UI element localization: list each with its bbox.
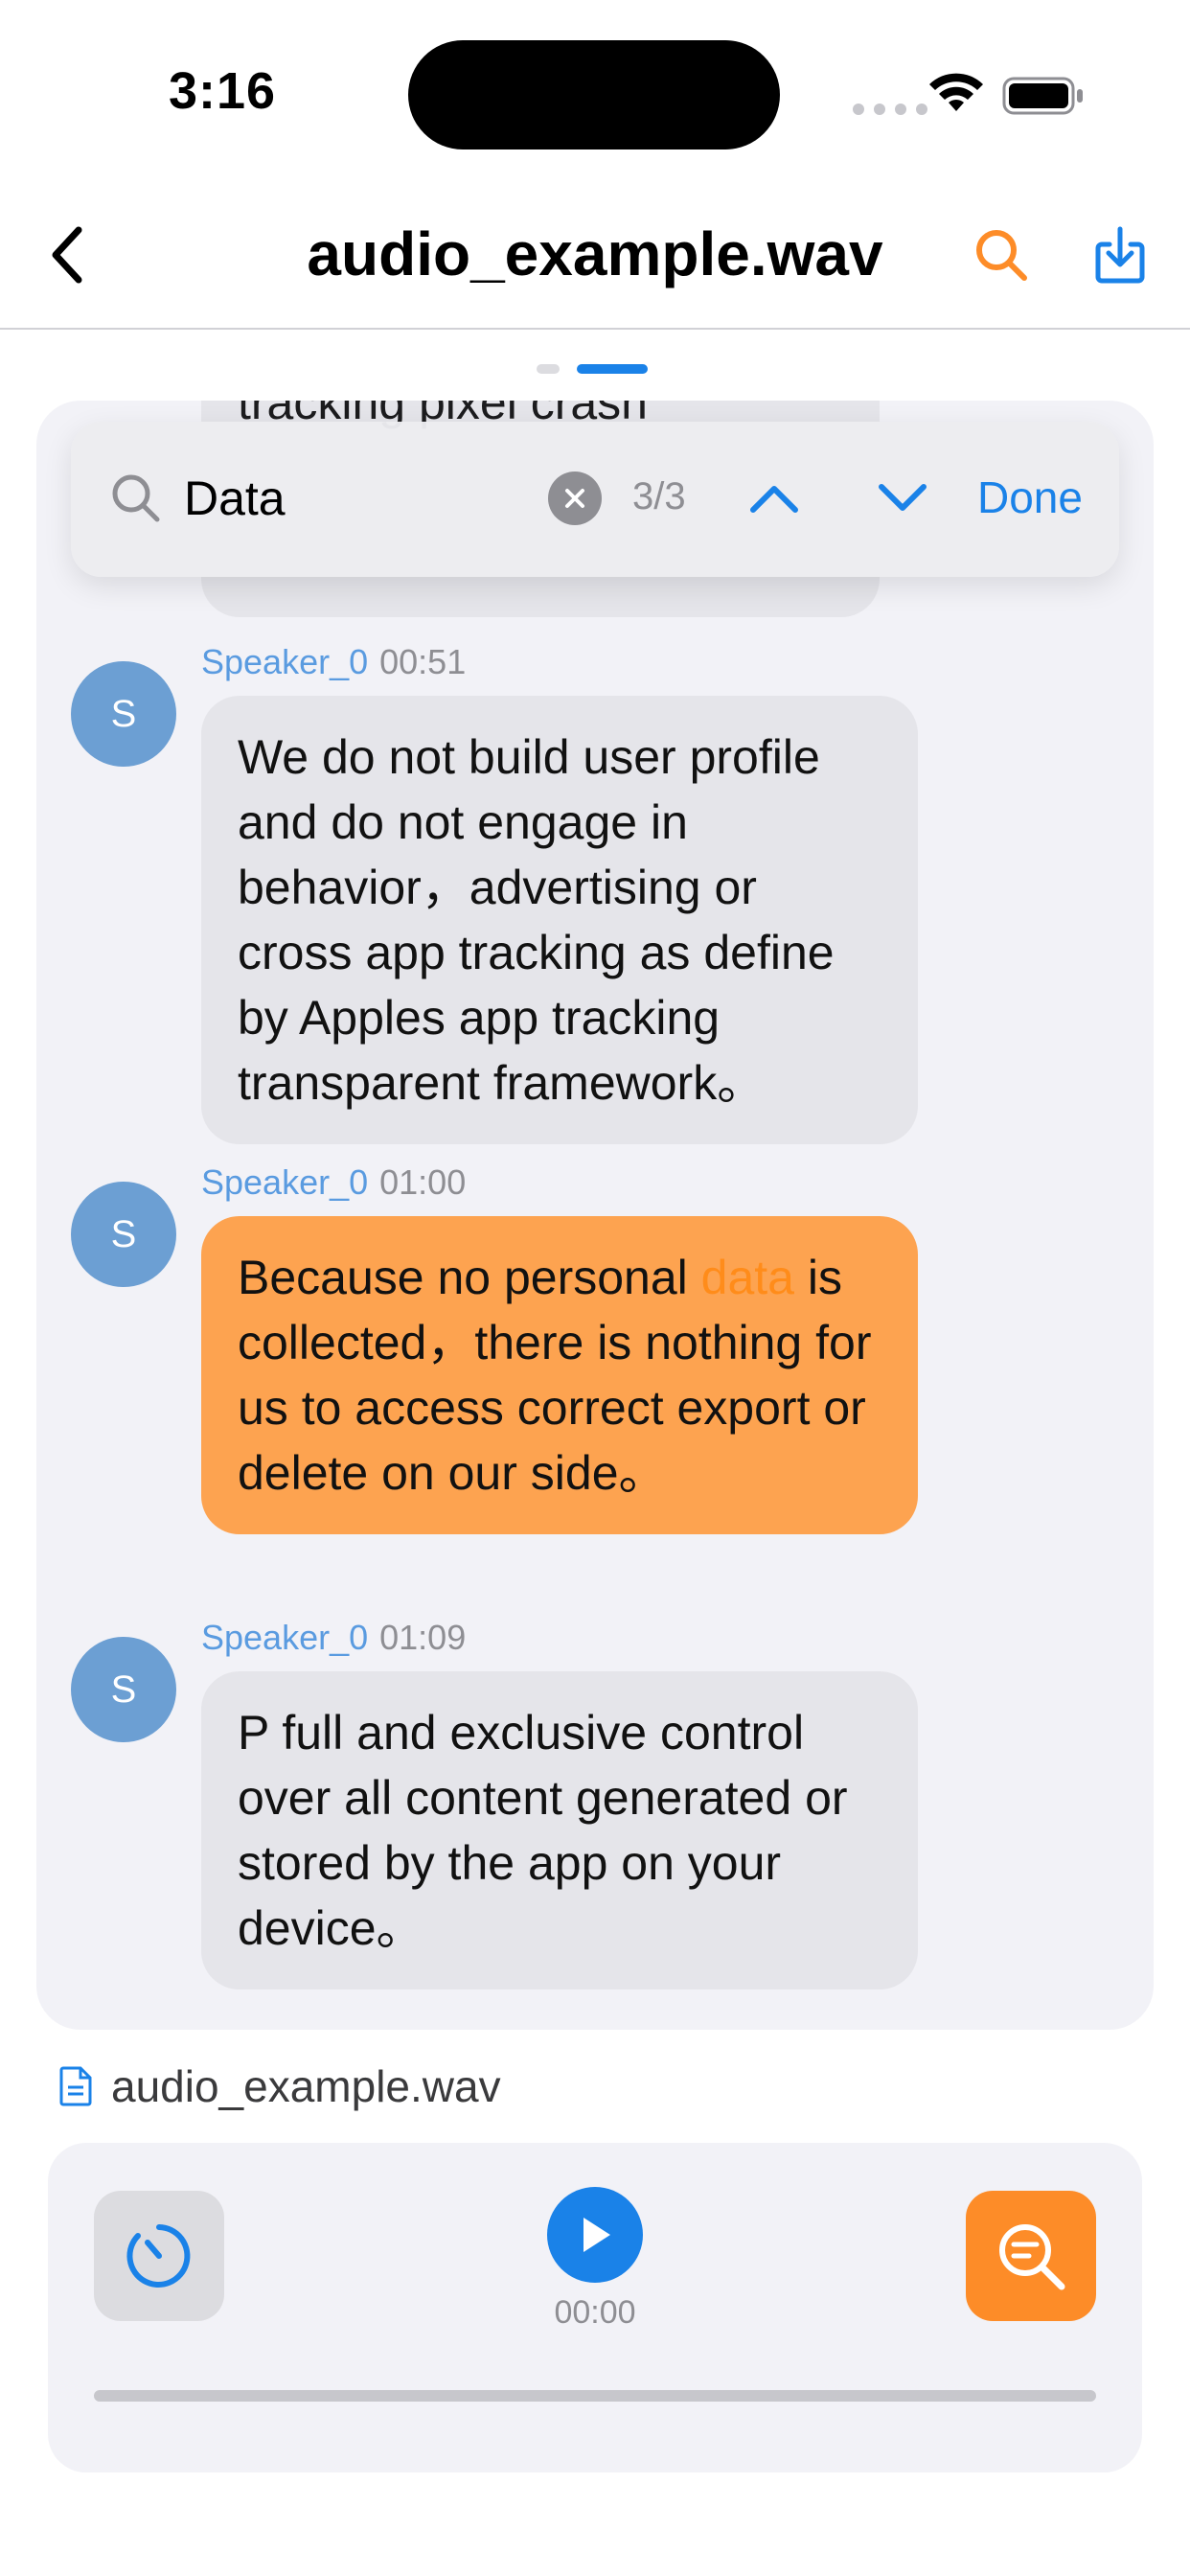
battery-icon bbox=[1002, 77, 1083, 115]
gauge-icon bbox=[126, 2224, 191, 2288]
playback-time: 00:00 bbox=[554, 2294, 636, 2331]
transcript-search-button[interactable] bbox=[966, 2191, 1096, 2321]
speaker-name: Speaker_0 bbox=[201, 1162, 369, 1202]
back-button[interactable] bbox=[38, 218, 96, 291]
message-time: 01:09 bbox=[379, 1618, 467, 1657]
match-count: 3/3 bbox=[632, 475, 686, 518]
audio-player: 00:00 bbox=[48, 2143, 1142, 2472]
message-meta: Speaker_0 00:51 bbox=[201, 642, 466, 682]
search-input[interactable] bbox=[184, 464, 586, 533]
export-button[interactable] bbox=[1088, 218, 1152, 291]
page-title: audio_example.wav bbox=[307, 219, 883, 288]
message-bubble: We do not build user profile and do not … bbox=[201, 696, 918, 1144]
status-time: 3:16 bbox=[169, 62, 277, 120]
page-indicator[interactable] bbox=[537, 364, 648, 374]
next-match-button[interactable] bbox=[864, 460, 941, 537]
play-icon bbox=[584, 2218, 610, 2252]
done-button[interactable]: Done bbox=[977, 472, 1083, 523]
avatar: S bbox=[71, 1182, 176, 1287]
transcript-panel[interactable]: tracking pixel crash S Speaker_0 00:51 We… bbox=[36, 401, 1154, 2030]
status-bar: 3:16 bbox=[0, 0, 1190, 182]
message-bubble: P full and exclusive control over all co… bbox=[201, 1671, 918, 1990]
message-time: 00:51 bbox=[379, 642, 467, 681]
search-button[interactable] bbox=[968, 218, 1035, 291]
speaker-name: Speaker_0 bbox=[201, 642, 369, 681]
avatar: S bbox=[71, 1637, 176, 1742]
close-icon bbox=[565, 489, 584, 508]
search-match-highlight: data bbox=[700, 1251, 794, 1304]
cellular-signal-icon bbox=[853, 104, 927, 115]
message-meta: Speaker_0 01:00 bbox=[201, 1162, 466, 1203]
clear-search-button[interactable] bbox=[548, 472, 602, 525]
message-time: 01:00 bbox=[379, 1162, 467, 1202]
file-name: audio_example.wav bbox=[111, 2061, 501, 2111]
avatar: S bbox=[71, 661, 176, 767]
search-icon bbox=[976, 230, 1027, 281]
page-dot-active[interactable] bbox=[577, 364, 648, 374]
document-icon bbox=[59, 2066, 92, 2106]
chevron-left-icon bbox=[52, 226, 82, 284]
chevron-down-icon bbox=[879, 484, 927, 511]
search-icon bbox=[112, 474, 160, 522]
message-bubble-current-match: Because no personal data is collected，th… bbox=[201, 1216, 918, 1534]
page-dot[interactable] bbox=[537, 364, 560, 374]
find-bar: 3/3 Done bbox=[71, 422, 1119, 577]
file-label: audio_example.wav bbox=[59, 2060, 501, 2112]
dynamic-island bbox=[408, 40, 780, 150]
playback-progress-slider[interactable] bbox=[94, 2390, 1096, 2402]
search-text-icon bbox=[999, 2224, 1065, 2290]
wifi-icon bbox=[929, 73, 983, 111]
navigation-bar: audio_example.wav bbox=[0, 182, 1190, 330]
message-meta: Speaker_0 01:09 bbox=[201, 1618, 466, 1658]
speaker-name: Speaker_0 bbox=[201, 1618, 369, 1657]
playback-speed-button[interactable] bbox=[94, 2191, 224, 2321]
previous-match-button[interactable] bbox=[736, 460, 812, 537]
download-tray-icon bbox=[1095, 226, 1145, 284]
chevron-up-icon bbox=[750, 486, 798, 513]
message-text-before: Because no personal bbox=[238, 1251, 701, 1304]
play-button[interactable] bbox=[547, 2187, 643, 2283]
